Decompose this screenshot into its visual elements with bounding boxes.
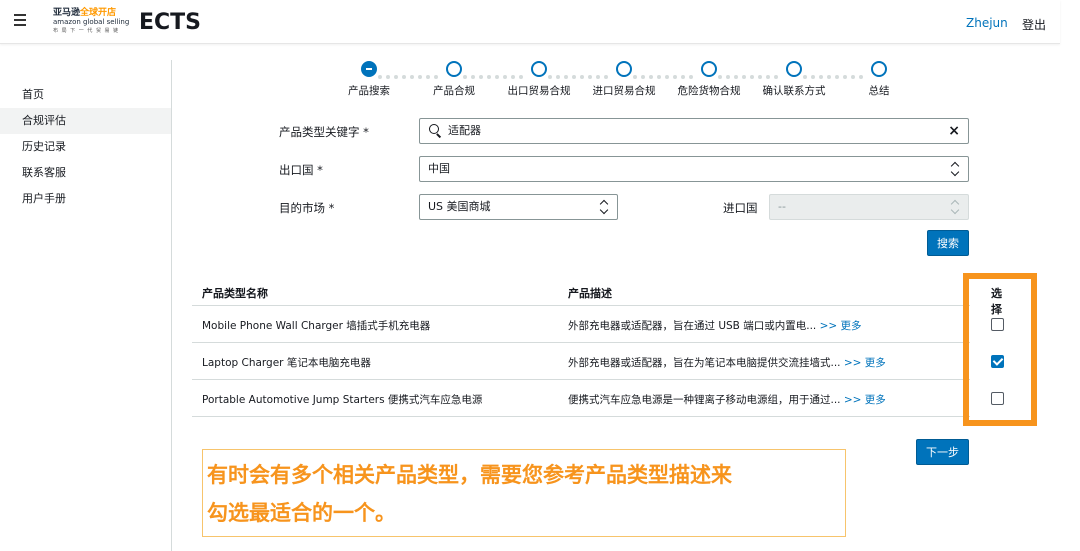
select-arrows-icon — [600, 200, 609, 214]
step-circle-icon — [871, 61, 887, 77]
step-dangerous-goods[interactable]: 危险货物合规 — [664, 58, 754, 98]
table-row: Laptop Charger 笔记本电脑充电器 外部充电器或适配器，旨在为笔记本… — [192, 343, 1004, 380]
product-type-name: Portable Automotive Jump Starters 便携式汽车应… — [202, 394, 483, 406]
more-link[interactable]: >> 更多 — [820, 320, 862, 332]
step-circle-icon — [701, 61, 717, 77]
import-country-label: 进口国 — [723, 201, 758, 215]
product-description: 便携式汽车应急电源是一种锂离子移动电源组，用于通过... >> 更多 — [568, 394, 886, 406]
sidebar-item-compliance[interactable]: 合规评估 — [0, 108, 171, 134]
annotation-line-1: 有时会有多个相关产品类型，需要您参考产品类型描述来 — [207, 463, 732, 487]
export-country-select[interactable]: 中国 — [419, 156, 969, 182]
search-icon — [429, 124, 441, 136]
app-title: ECTS — [139, 10, 202, 35]
sidebar-item-support[interactable]: 联系客服 — [0, 160, 171, 186]
sidebar-item-manual[interactable]: 用户手册 — [0, 186, 171, 212]
menu-icon[interactable] — [14, 14, 28, 28]
column-header-name: 产品类型名称 — [202, 287, 268, 300]
step-current-icon — [361, 61, 377, 77]
amazon-global-selling-logo[interactable]: 亚马逊全球开店 amazon global selling 布 局 下 一 代 … — [53, 8, 129, 38]
table-row: Portable Automotive Jump Starters 便携式汽车应… — [192, 380, 1004, 417]
table-row: Mobile Phone Wall Charger 墙插式手机充电器 外部充电器… — [192, 306, 1004, 343]
annotation-note: 有时会有多个相关产品类型，需要您参考产品类型描述来 勾选最适合的一个。 — [202, 449, 846, 537]
top-header: 亚马逊全球开店 amazon global selling 布 局 下 一 代 … — [0, 0, 1060, 44]
progress-stepper: 产品搜索 产品合规 出口贸易合规 进口贸易合规 危险货物合规 确认联系方式 总结 — [320, 58, 920, 98]
select-arrows-icon — [951, 162, 960, 176]
sidebar: 首页 合规评估 历史记录 联系客服 用户手册 — [0, 60, 172, 551]
step-export-compliance[interactable]: 出口贸易合规 — [494, 58, 584, 98]
select-arrows-icon — [951, 200, 960, 214]
market-label: 目的市场 * — [279, 201, 335, 215]
step-circle-icon — [446, 61, 462, 77]
export-country-label: 出口国 * — [279, 163, 323, 177]
import-country-select: -- — [769, 194, 969, 220]
sidebar-item-history[interactable]: 历史记录 — [0, 134, 171, 160]
keyword-search-input[interactable]: 适配器 × — [419, 118, 969, 144]
column-header-description: 产品描述 — [568, 287, 612, 300]
step-import-compliance[interactable]: 进口贸易合规 — [579, 58, 669, 98]
market-select[interactable]: US 美国商城 — [419, 194, 618, 220]
step-summary[interactable]: 总结 — [834, 58, 924, 98]
next-step-button[interactable]: 下一步 — [916, 439, 969, 465]
product-type-name: Laptop Charger 笔记本电脑充电器 — [202, 357, 371, 369]
keyword-label: 产品类型关键字 * — [279, 125, 369, 139]
annotation-line-2: 勾选最适合的一个。 — [207, 501, 396, 525]
search-button[interactable]: 搜索 — [927, 230, 969, 256]
logout-link[interactable]: 登出 — [1022, 16, 1046, 33]
product-description: 外部充电器或适配器，旨在通过 USB 端口或内置电... >> 更多 — [568, 320, 862, 332]
product-description: 外部充电器或适配器，旨在为笔记本电脑提供交流挂墙式... >> 更多 — [568, 357, 886, 369]
product-type-name: Mobile Phone Wall Charger 墙插式手机充电器 — [202, 320, 431, 332]
step-circle-icon — [786, 61, 802, 77]
table-header: 产品类型名称 产品描述 选择 — [192, 276, 1002, 316]
more-link[interactable]: >> 更多 — [844, 357, 886, 369]
step-contact-confirm[interactable]: 确认联系方式 — [749, 58, 839, 98]
more-link[interactable]: >> 更多 — [844, 394, 886, 406]
step-circle-icon — [531, 61, 547, 77]
user-name-link[interactable]: Zhejun — [966, 16, 1008, 30]
select-column-highlight — [963, 273, 1037, 426]
clear-icon[interactable]: × — [948, 119, 960, 143]
sidebar-item-home[interactable]: 首页 — [0, 82, 171, 108]
step-product-search[interactable]: 产品搜索 — [324, 58, 414, 98]
product-type-table: 产品类型名称 产品描述 选择 Mobile Phone Wall Charger… — [192, 276, 1004, 417]
step-product-compliance[interactable]: 产品合规 — [409, 58, 499, 98]
step-circle-icon — [616, 61, 632, 77]
